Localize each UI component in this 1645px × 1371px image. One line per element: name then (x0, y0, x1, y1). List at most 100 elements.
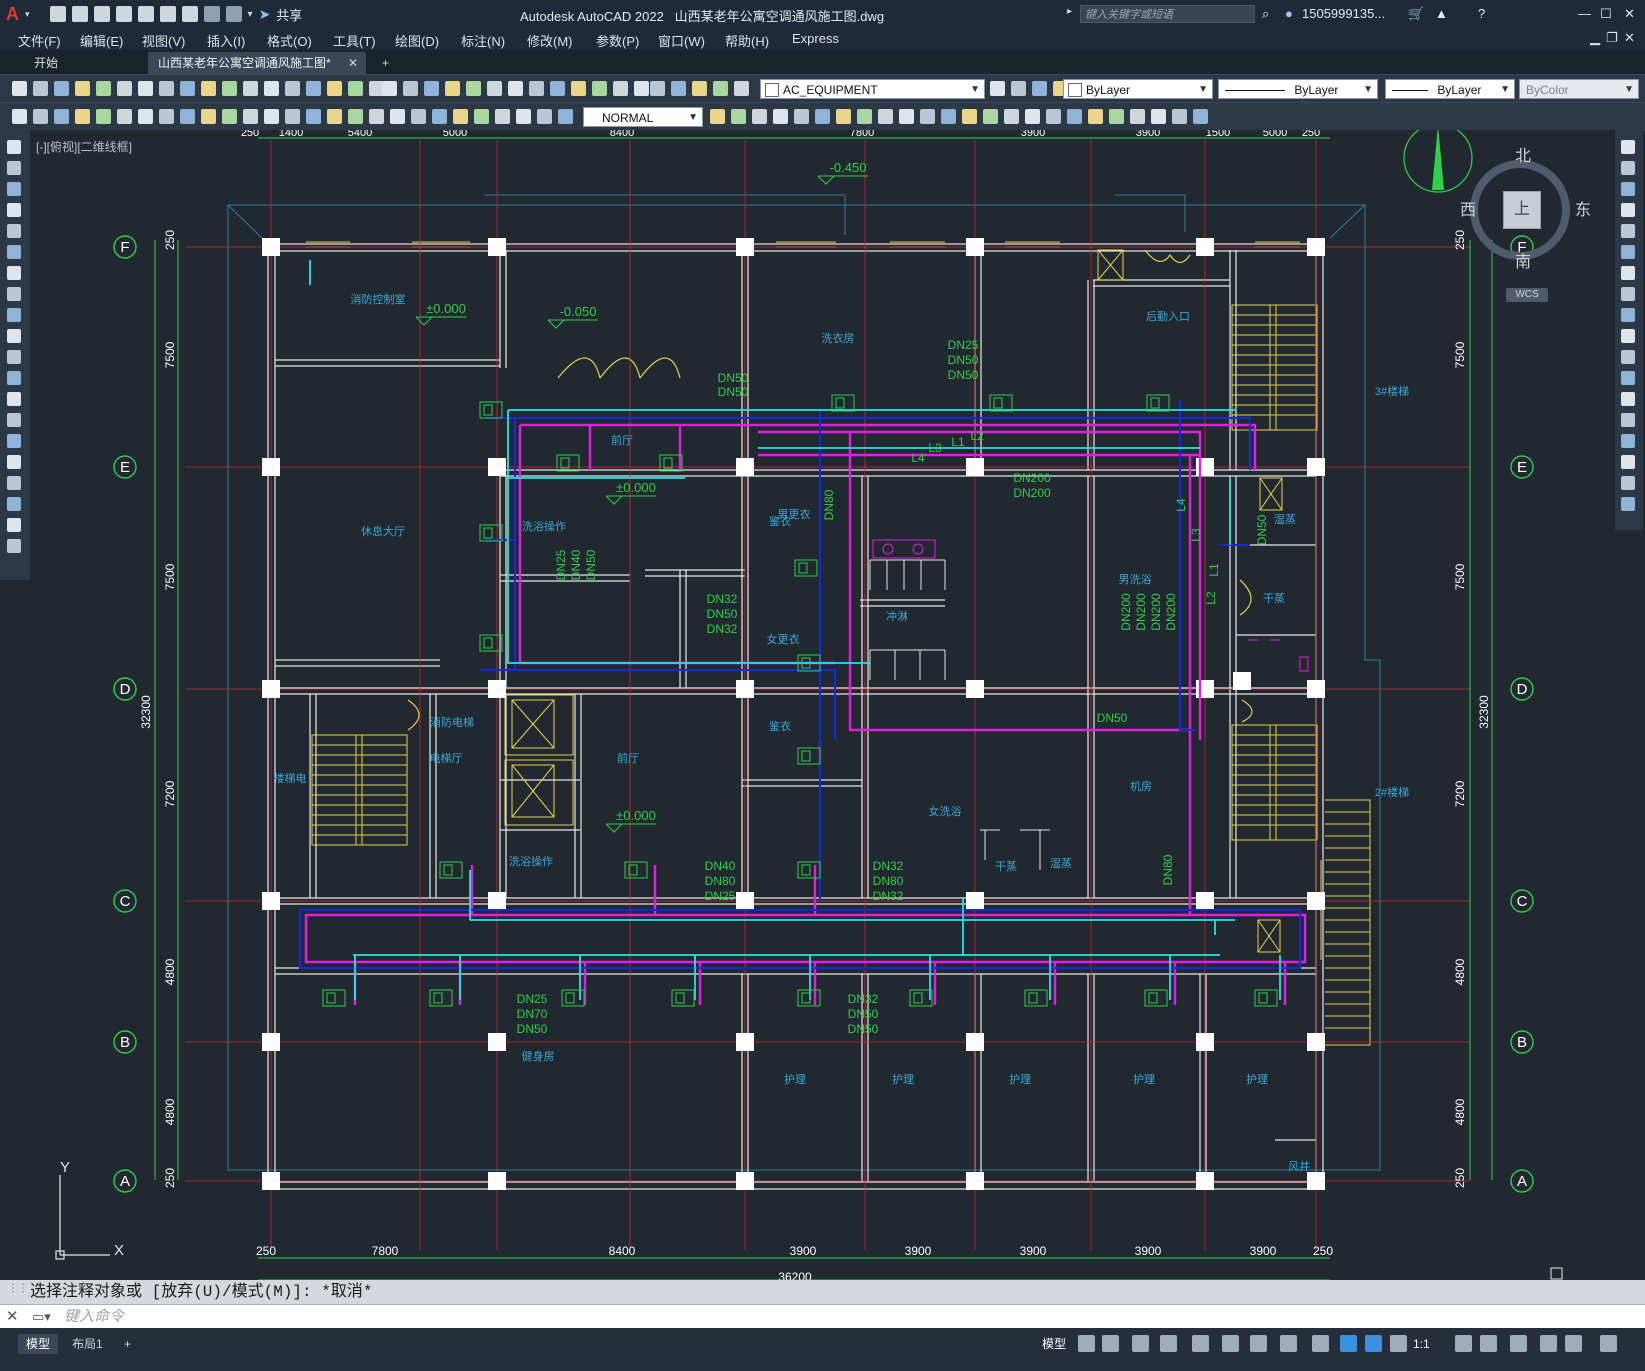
modify-tool-icon[interactable] (1621, 455, 1635, 469)
command-input-bar[interactable]: ✕ ▭▾ 键入命令 (0, 1304, 1645, 1329)
menu-parametric[interactable]: 参数(P) (596, 31, 639, 50)
user-name[interactable]: 1505999135... (1302, 6, 1385, 21)
toolbar-tool-icon[interactable] (487, 81, 502, 96)
status-toggle-icon[interactable] (1192, 1335, 1209, 1352)
toolbar-tool-icon[interactable] (159, 109, 174, 124)
draw-tool-icon[interactable] (7, 224, 21, 238)
toolbar-tool-icon[interactable] (117, 109, 132, 124)
draw-tool-icon[interactable] (7, 392, 21, 406)
toolbar-tool-icon[interactable] (12, 81, 27, 96)
new-file-icon[interactable] (49, 6, 66, 22)
toolbar-tool-icon[interactable] (96, 81, 111, 96)
toolbar-tool-icon[interactable] (941, 109, 956, 124)
modify-tool-icon[interactable] (1621, 413, 1635, 427)
share-button[interactable]: 共享 (276, 5, 302, 24)
toolbar-tool-icon[interactable] (222, 81, 237, 96)
status-toggle-icon[interactable] (1600, 1335, 1617, 1352)
a360-icon[interactable]: ▲ (1435, 6, 1448, 21)
toolbar-tool-icon[interactable] (306, 109, 321, 124)
tab-layout1[interactable]: 布局1 (64, 1334, 111, 1354)
toolbar-tool-icon[interactable] (264, 81, 279, 96)
toolbar-tool-icon[interactable] (920, 109, 935, 124)
toolbar-tool-icon[interactable] (713, 81, 728, 96)
draw-tool-icon[interactable] (7, 497, 21, 511)
menu-modify[interactable]: 修改(M) (527, 31, 573, 50)
status-toggle-icon[interactable] (1480, 1335, 1497, 1352)
tab-drawing[interactable]: 山西某老年公寓空调通风施工图* ✕ (148, 52, 366, 74)
toolbar-tool-icon[interactable] (1067, 109, 1082, 124)
status-toggle-icon[interactable] (1102, 1335, 1119, 1352)
toolbar-tool-icon[interactable] (508, 81, 523, 96)
annotation-scale[interactable]: 1:1 (1405, 1334, 1438, 1354)
toolbar-tool-icon[interactable] (369, 109, 384, 124)
draw-tool-icon[interactable] (7, 350, 21, 364)
modify-tool-icon[interactable] (1621, 140, 1635, 154)
toolbar-tool-icon[interactable] (516, 109, 531, 124)
viewport-controls[interactable]: [-][俯视][二维线框] (36, 138, 132, 155)
toolbar-tool-icon[interactable] (899, 109, 914, 124)
search-icon[interactable]: ⌕ (1262, 6, 1269, 22)
toolbar-tool-icon[interactable] (96, 109, 111, 124)
menu-edit[interactable]: 编辑(E) (80, 31, 123, 50)
toolbar-tool-icon[interactable] (201, 109, 216, 124)
draw-tool-icon[interactable] (7, 140, 21, 154)
draw-tool-icon[interactable] (7, 371, 21, 385)
toolbar-tool-icon[interactable] (613, 81, 628, 96)
toolbar-tool-icon[interactable] (327, 109, 342, 124)
toolbar-tool-icon[interactable] (12, 109, 27, 124)
menu-window[interactable]: 窗口(W) (658, 31, 705, 50)
toolbar-tool-icon[interactable] (159, 81, 174, 96)
toolbar-tool-icon[interactable] (474, 109, 489, 124)
toolbar-tool-icon[interactable] (201, 81, 216, 96)
draw-tool-icon[interactable] (7, 266, 21, 280)
toolbar-tool-icon[interactable] (634, 81, 649, 96)
model-space-label[interactable]: 模型 (1034, 1334, 1074, 1354)
tab-start[interactable]: 开始 (24, 52, 144, 74)
toolbar-tool-icon[interactable] (54, 109, 69, 124)
toolbar-tool-icon[interactable] (990, 81, 1005, 96)
dimstyle-dropdown[interactable]: NORMAL ▼ (583, 107, 703, 127)
layer-dropdown[interactable]: AC_EQUIPMENT ▼ (760, 79, 985, 99)
tab-close-icon[interactable]: ✕ (348, 52, 358, 74)
toolbar-tool-icon[interactable] (962, 109, 977, 124)
color-dropdown[interactable]: ByLayer ▼ (1063, 79, 1213, 99)
toolbar-tool-icon[interactable] (1004, 109, 1019, 124)
autocad-logo-icon[interactable]: A (6, 4, 19, 25)
maximize-icon[interactable]: ☐ (1600, 6, 1612, 22)
menu-file[interactable]: 文件(F) (18, 31, 61, 50)
toolbar-tool-icon[interactable] (650, 81, 665, 96)
toolbar-tool-icon[interactable] (403, 81, 418, 96)
toolbar-tool-icon[interactable] (466, 81, 481, 96)
command-handle-icon[interactable]: ⋮⋮ (8, 1278, 28, 1302)
doc-restore-icon[interactable]: ❐ (1606, 30, 1618, 46)
status-toggle-icon[interactable] (1132, 1335, 1149, 1352)
status-toggle-icon[interactable] (1540, 1335, 1557, 1352)
open-web-icon[interactable] (137, 6, 154, 22)
redo-icon[interactable] (225, 6, 242, 22)
status-toggle-icon[interactable] (1078, 1335, 1095, 1352)
toolbar-tool-icon[interactable] (348, 81, 363, 96)
toolbar-tool-icon[interactable] (1109, 109, 1124, 124)
toolbar-tool-icon[interactable] (710, 109, 725, 124)
toolbar-tool-icon[interactable] (529, 81, 544, 96)
app-menu-chevron-icon[interactable]: ▾ (25, 9, 30, 20)
modify-tool-icon[interactable] (1621, 203, 1635, 217)
save-icon[interactable] (93, 6, 110, 22)
toolbar-tool-icon[interactable] (537, 109, 552, 124)
toolbar-tool-icon[interactable] (1046, 109, 1061, 124)
toolbar-tool-icon[interactable] (1172, 109, 1187, 124)
help-icon[interactable]: ? (1478, 6, 1485, 21)
share-icon[interactable]: ➤ (259, 6, 271, 23)
toolbar-tool-icon[interactable] (1151, 109, 1166, 124)
modify-tool-icon[interactable] (1621, 497, 1635, 511)
linetype-dropdown[interactable]: ByLayer ▼ (1218, 79, 1378, 99)
draw-tool-icon[interactable] (7, 476, 21, 490)
modify-tool-icon[interactable] (1621, 287, 1635, 301)
draw-tool-icon[interactable] (7, 245, 21, 259)
modify-tool-icon[interactable] (1621, 350, 1635, 364)
user-icon[interactable]: ● (1285, 6, 1293, 21)
draw-tool-icon[interactable] (7, 434, 21, 448)
toolbar-tool-icon[interactable] (285, 109, 300, 124)
toolbar-tool-icon[interactable] (453, 109, 468, 124)
recent-commands-icon[interactable]: ▭▾ (32, 1305, 51, 1329)
